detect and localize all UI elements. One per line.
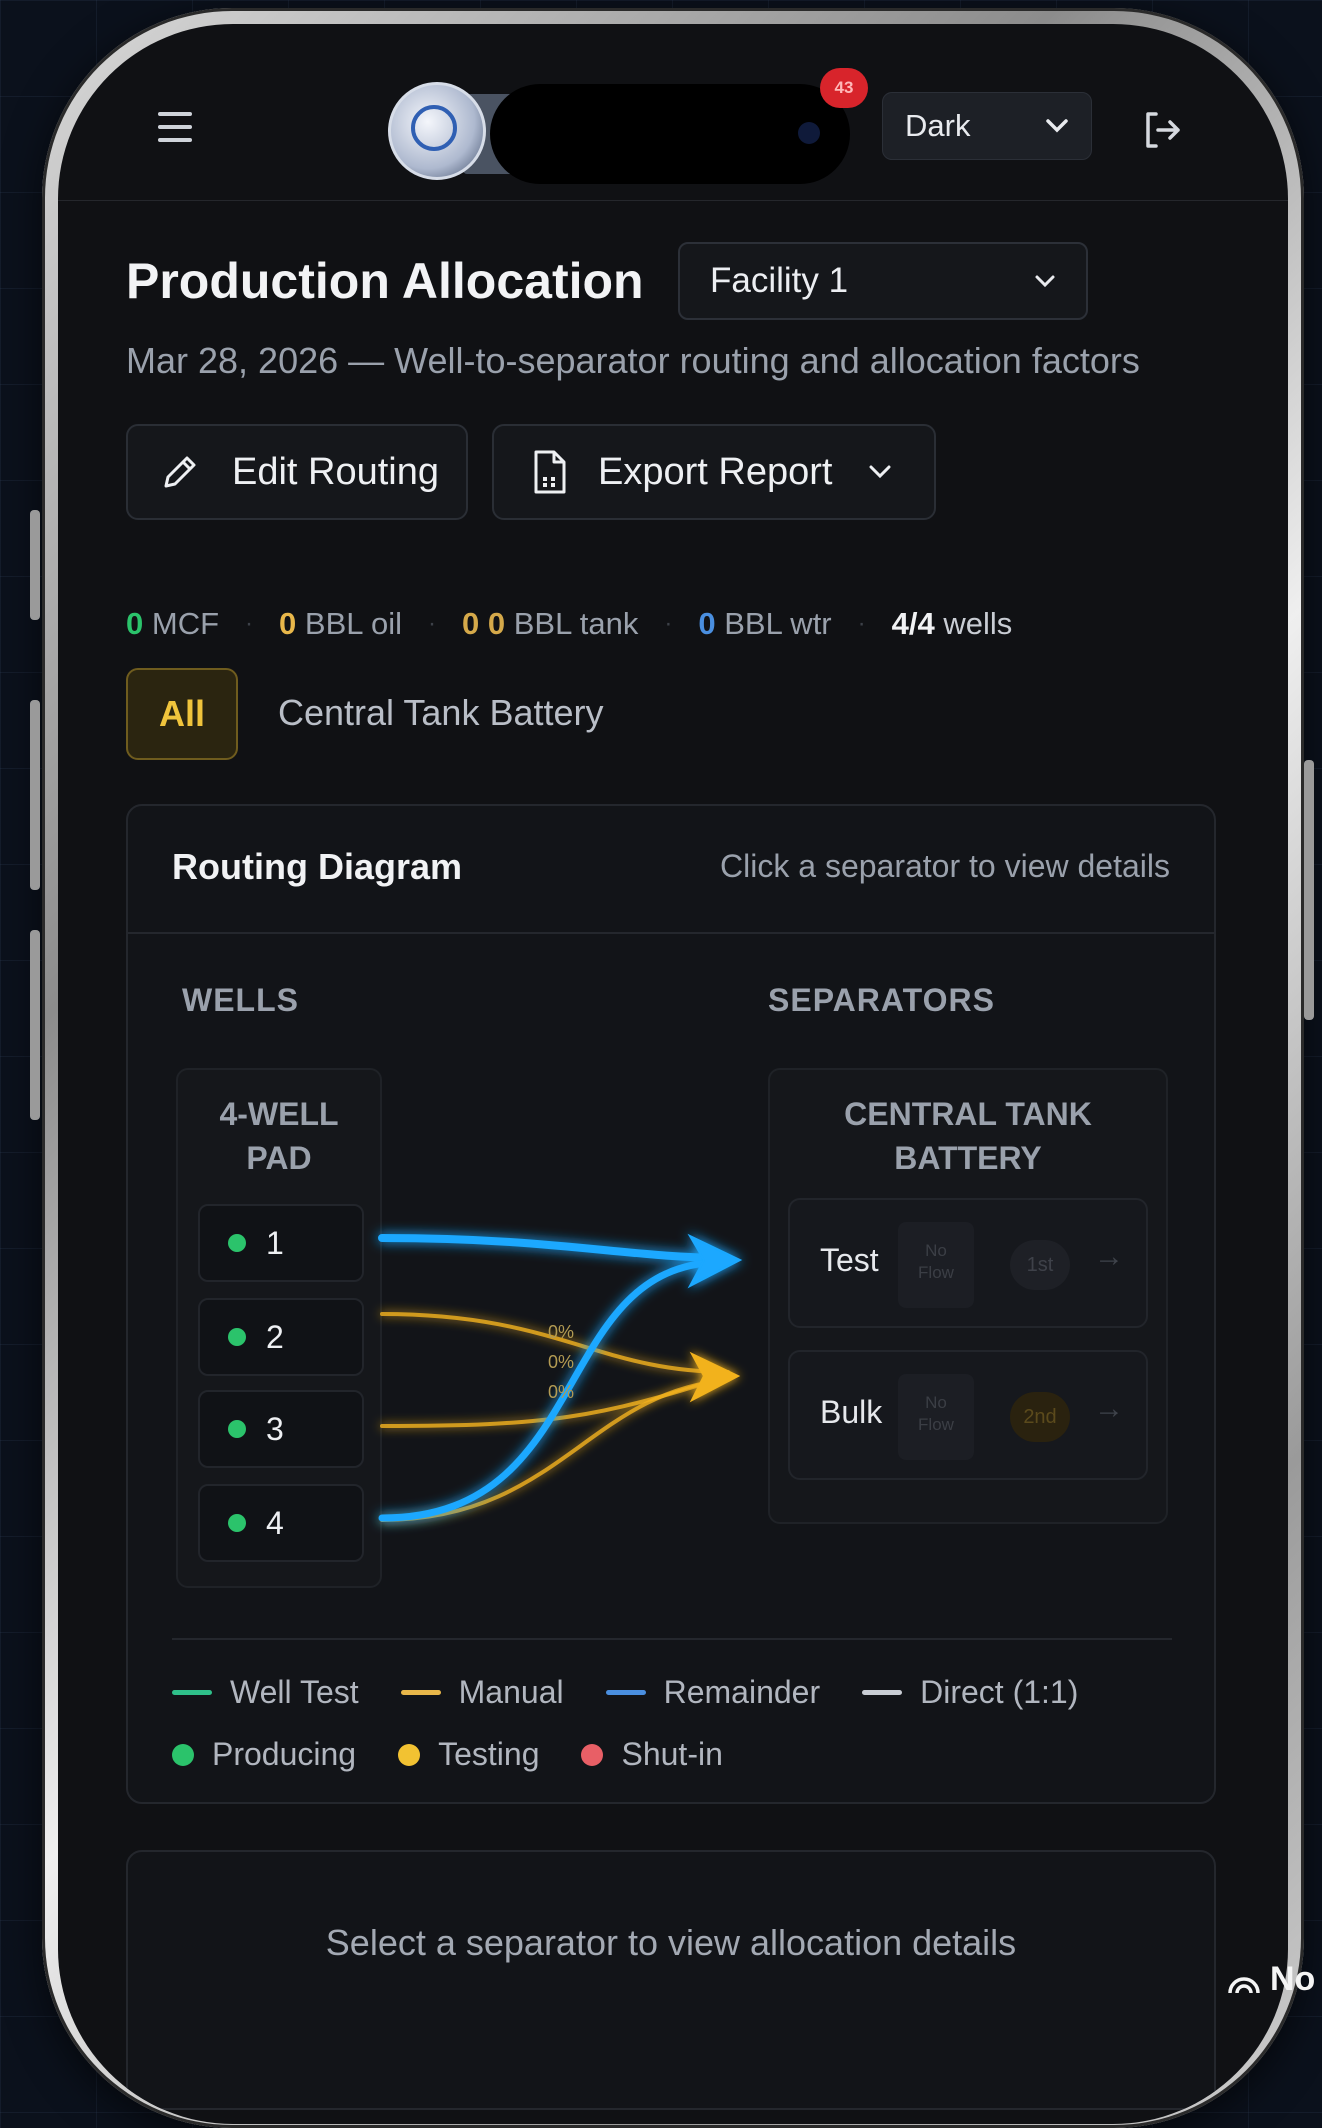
water-value: 0 (698, 606, 716, 641)
legend-manual: Manual (400, 1674, 564, 1711)
filter-central-tank-battery[interactable]: Central Tank Battery (278, 692, 604, 734)
status-dot (228, 1234, 246, 1252)
routing-diagram-hint: Click a separator to view details (720, 848, 1170, 884)
wells-value: 4/4 (891, 606, 935, 641)
phone-side-button (1304, 760, 1314, 1020)
order-badge: 1st (1010, 1240, 1070, 1290)
menu-icon[interactable] (158, 112, 192, 142)
phone-side-button (30, 510, 40, 620)
gas-stat: 0 MCF (126, 606, 220, 641)
legend-divider (172, 1638, 1172, 1640)
logout-icon[interactable] (1140, 108, 1184, 152)
separator-name: Test (820, 1242, 879, 1278)
company-logo[interactable] (388, 82, 486, 180)
route-arrowhead-test (687, 1233, 743, 1289)
phone-side-button (30, 930, 40, 1120)
battery-label: CENTRAL TANK BATTERY (844, 1096, 1092, 1176)
well-node-3[interactable]: 3 (198, 1390, 364, 1468)
gas-value: 0 (126, 606, 144, 641)
well-node-4[interactable]: 4 (198, 1484, 364, 1562)
well-pad-label: 4-WELL PAD (219, 1096, 339, 1176)
well-label: 1 (266, 1224, 284, 1261)
route-pct-label: 0% (548, 1352, 574, 1372)
pencil-icon (164, 456, 196, 488)
routing-diagram-title: Routing Diagram (172, 846, 463, 887)
separator-bulk[interactable]: Bulk No Flow 2nd → (788, 1350, 1148, 1480)
legend-producing: Producing (172, 1736, 356, 1773)
theme-select-value: Dark (905, 108, 971, 143)
overlay-corner-label: No (1226, 1960, 1315, 1999)
well-status-legend: Producing Testing Shut-in (172, 1736, 765, 1773)
order-badge: 2nd (1010, 1392, 1070, 1442)
route-pct-label: 0% (548, 1382, 574, 1402)
route-well-1-test (378, 1234, 732, 1262)
tank-value: 0 0 (461, 606, 506, 641)
legend-remainder: Remainder (605, 1674, 820, 1711)
export-report-button[interactable]: Export Report (492, 424, 936, 520)
facility-select-value: Facility 1 (710, 261, 849, 300)
allocation-details-empty: Select a separator to view allocation de… (325, 1922, 1017, 1963)
route-well-2-bulk (380, 1312, 730, 1374)
legend-shut-in: Shut-in (581, 1736, 723, 1773)
broadcast-icon (1228, 1976, 1260, 1993)
route-well-4-bulk (380, 1378, 730, 1522)
route-pct-label: 0% (548, 1322, 574, 1342)
document-icon (534, 450, 566, 494)
top-bar: 43 Dark (58, 24, 1288, 201)
legend-well-test: Well Test (172, 1674, 359, 1711)
route-well-4-test (378, 1258, 732, 1522)
well-label: 3 (266, 1410, 284, 1447)
route-well-3-bulk (380, 1374, 730, 1428)
oil-stat: 0 BBL oil (279, 606, 402, 641)
camera-lens (798, 122, 820, 144)
well-label: 2 (266, 1318, 284, 1355)
tank-stat: 0 0 BBL tank (461, 606, 639, 641)
routing-diagram-header: Routing Diagram Click a separator to vie… (128, 806, 1214, 934)
wells-heading: WELLS (182, 982, 299, 1018)
allocation-details-card: Select a separator to view allocation de… (126, 1850, 1216, 2110)
separator-test[interactable]: Test No Flow 1st → (788, 1198, 1148, 1328)
arrow-right-icon: → (1094, 1240, 1124, 1273)
status-dot (228, 1328, 246, 1346)
page-title: Production Allocation (126, 253, 644, 309)
production-stats: 0 MCF · 0 BBL oil · 0 0 BBL tank · 0 BBL… (126, 606, 1013, 641)
filter-all-button[interactable]: All (126, 668, 238, 760)
status-dot (228, 1420, 246, 1438)
legend-testing: Testing (398, 1736, 539, 1773)
routing-diagram-card: Routing Diagram Click a separator to vie… (126, 804, 1216, 1804)
chevron-down-icon (869, 465, 891, 479)
flow-badge: No Flow (898, 1222, 974, 1308)
chevron-down-icon (1046, 119, 1068, 133)
well-node-2[interactable]: 2 (198, 1298, 364, 1376)
water-stat: 0 BBL wtr (698, 606, 832, 641)
chevron-down-icon (1035, 275, 1055, 288)
status-dot (228, 1514, 246, 1532)
well-node-1[interactable]: 1 (198, 1204, 364, 1282)
notification-badge[interactable]: 43 (820, 68, 868, 108)
well-label: 4 (266, 1504, 284, 1541)
route-type-legend: Well Test Manual Remainder Direct (1:1) (172, 1674, 1120, 1711)
wells-stat: 4/4 wells (891, 606, 1013, 641)
flow-badge: No Flow (898, 1374, 974, 1460)
arrow-right-icon: → (1094, 1392, 1124, 1425)
export-report-label: Export Report (598, 450, 833, 493)
theme-select[interactable]: Dark (882, 92, 1092, 160)
separators-heading: SEPARATORS (768, 982, 995, 1018)
phone-side-button (30, 700, 40, 890)
facility-select[interactable]: Facility 1 (678, 242, 1088, 320)
edit-routing-button[interactable]: Edit Routing (126, 424, 468, 520)
route-arrowhead-bulk (689, 1351, 741, 1403)
oil-value: 0 (279, 606, 297, 641)
edit-routing-label: Edit Routing (232, 450, 440, 493)
separator-name: Bulk (820, 1394, 883, 1430)
dynamic-island (490, 84, 850, 184)
page-subtitle: Mar 28, 2026 — Well-to-separator routing… (126, 340, 1140, 381)
legend-direct: Direct (1:1) (862, 1674, 1078, 1711)
app-screen: 43 Dark Production Allocation Facility 1… (58, 24, 1288, 2124)
